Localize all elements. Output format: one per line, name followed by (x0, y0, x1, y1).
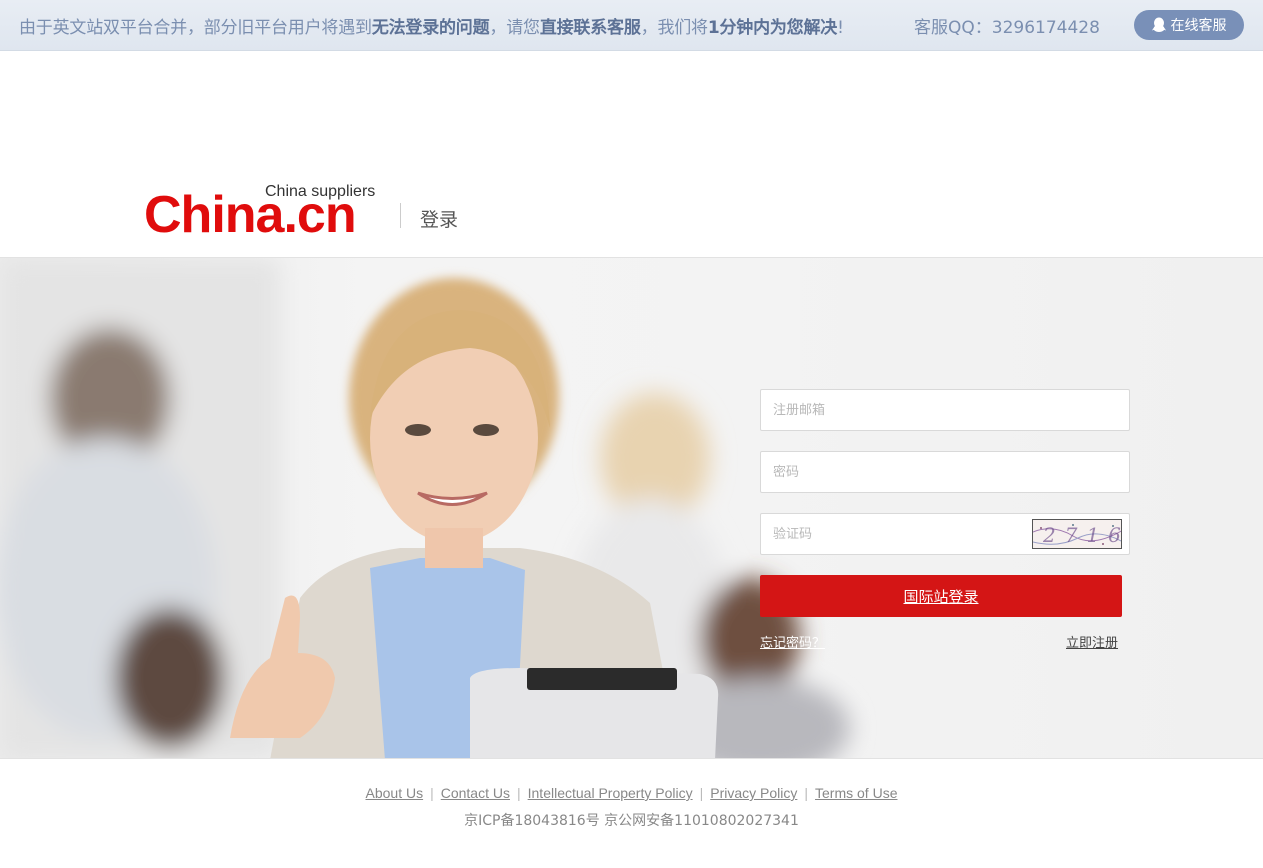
china-cn-logo[interactable]: China suppliers China.cn (144, 183, 384, 244)
password-input[interactable] (761, 452, 1129, 492)
qq-penguin-icon (1151, 17, 1166, 32)
footer-link-privacy[interactable]: Privacy Policy (710, 785, 797, 801)
footer-link-terms[interactable]: Terms of Use (815, 785, 897, 801)
email-input[interactable] (761, 390, 1129, 430)
footer-separator: | (804, 785, 809, 801)
forgot-password-link[interactable]: 忘记密码？ (760, 632, 825, 651)
notice-text-3: ，我们将 (640, 18, 708, 38)
notice-bold-3: 1分钟内为您解决 (707, 18, 838, 38)
footer-links: About Us | Contact Us | Intellectual Propert… (0, 785, 1263, 801)
notice-bar: 由于英文站双平台合并，部分旧平台用户将遇到无法登录的问题，请您直接联系客服，我们… (0, 0, 1263, 51)
login-button[interactable]: 国际站登录 (760, 575, 1122, 617)
icp-registration: 京ICP备18043816号 京公网安备11010802027341 (464, 813, 799, 829)
footer-link-ip-policy[interactable]: Intellectual Property Policy (528, 785, 693, 801)
footer-separator: | (430, 785, 434, 801)
notice-message: 由于英文站双平台合并，部分旧平台用户将遇到无法登录的问题，请您直接联系客服，我们… (19, 13, 844, 38)
notice-text-2: ，请您 (489, 18, 540, 38)
email-field[interactable] (760, 389, 1130, 431)
captcha-text: 2716 (1043, 523, 1122, 547)
captcha-image[interactable]: 2716 (1032, 519, 1122, 549)
customer-service-qq: 客服QQ：3296174428 (914, 18, 1100, 38)
notice-text-1: 由于英文站双平台合并，部分旧平台用户将遇到 (19, 18, 372, 38)
footer-separator: | (699, 785, 704, 801)
register-link[interactable]: 立即注册 (1066, 632, 1118, 651)
notice-bold-1: 无法登录的问题 (371, 18, 490, 38)
password-field[interactable] (760, 451, 1130, 493)
notice-bold-2: 直接联系客服 (539, 18, 641, 38)
header-divider (400, 203, 401, 228)
footer-link-about[interactable]: About Us (366, 785, 424, 801)
footer-link-contact[interactable]: Contact Us (441, 785, 510, 801)
page-title: 登录 (420, 209, 459, 231)
notice-text-4: ! (837, 18, 844, 38)
footer-separator: | (516, 785, 521, 801)
hero-banner (0, 257, 1263, 759)
captcha-input[interactable] (761, 514, 1021, 554)
logo-wordmark: China.cn (144, 186, 357, 244)
captcha-field[interactable]: 2716 (760, 513, 1130, 555)
online-service-label: 在线客服 (1170, 18, 1227, 34)
hero-photo-illustration (0, 258, 850, 758)
online-service-button[interactable]: 在线客服 (1134, 10, 1244, 40)
